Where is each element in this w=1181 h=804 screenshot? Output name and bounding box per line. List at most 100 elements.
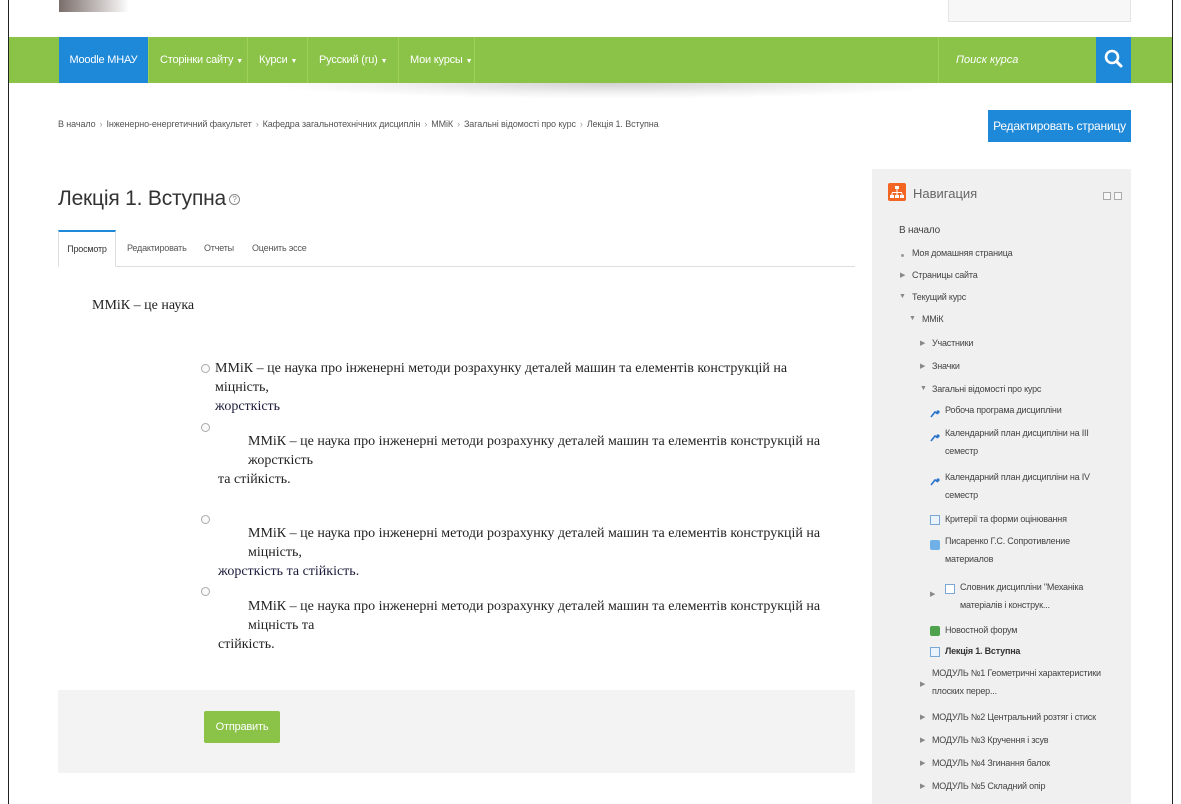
nav-site-pages-label: Сторінки сайту xyxy=(160,54,234,66)
sidebar-item-site-pages[interactable]: Страницы сайта xyxy=(912,270,978,280)
search-icon xyxy=(1104,49,1123,68)
help-icon[interactable]: ? xyxy=(229,193,241,205)
course-search-placeholder: Поиск курса xyxy=(956,54,1019,66)
chevron-down-icon: ▼ xyxy=(380,58,388,65)
tab-view[interactable]: Просмотр xyxy=(58,230,116,267)
chevron-right-icon: › xyxy=(579,119,583,129)
answer-line: ММіК – це наука про інженерні методи роз… xyxy=(248,526,821,560)
sidebar-item-course[interactable]: ММіК xyxy=(922,314,944,324)
lesson-icon xyxy=(930,647,940,657)
edit-page-button[interactable]: Редактировать страницу xyxy=(988,110,1131,142)
site-logo[interactable] xyxy=(59,0,129,12)
submit-panel xyxy=(58,690,855,773)
chevron-down-icon: ▼ xyxy=(236,58,243,65)
tab-reports[interactable]: Отчеты xyxy=(204,230,234,267)
breadcrumb-faculty[interactable]: Інженерно-енергетичний факультет xyxy=(106,119,251,129)
nav-language-menu[interactable]: Русский (ru) ▼ xyxy=(319,37,388,83)
sidebar-module-4[interactable]: МОДУЛЬ №4 Згинання балок xyxy=(932,758,1050,768)
glossary-icon xyxy=(945,584,955,594)
page-resource-icon xyxy=(930,515,940,525)
arrow-right-icon: ▶ xyxy=(920,783,926,790)
nav-courses-menu[interactable]: Курси ▼ xyxy=(259,37,297,83)
sidebar-resource-work-program[interactable]: Робоча програма дисципліни xyxy=(945,405,1062,415)
nav-courses-label: Курси xyxy=(259,54,288,66)
breadcrumb: В начало › Інженерно-енергетичний факульте… xyxy=(58,119,659,129)
answer-line: жорсткість та стійкість. xyxy=(218,564,360,579)
url-resource-icon xyxy=(930,474,940,486)
sidebar-item-badges[interactable]: Значки xyxy=(932,361,960,371)
chevron-right-icon: › xyxy=(424,119,428,129)
tab-grade-essays[interactable]: Оценить эссе xyxy=(252,230,307,267)
answer-option-4[interactable]: ММіК – це наука про інженерні методи роз… xyxy=(218,597,868,654)
sidebar-item-participants[interactable]: Участники xyxy=(932,338,973,348)
page-title-text: Лекція 1. Вступна xyxy=(58,187,227,210)
sitemap-icon xyxy=(888,183,906,201)
collapse-block-icon[interactable] xyxy=(1103,192,1111,200)
sidebar-item-home[interactable]: В начало xyxy=(899,225,940,236)
nav-divider xyxy=(148,37,149,83)
file-resource-icon xyxy=(930,540,940,550)
navigation-block-title: Навигация xyxy=(913,186,978,201)
arrow-right-icon: ▶ xyxy=(920,714,926,721)
nav-site-pages-menu[interactable]: Сторінки сайту ▼ xyxy=(160,37,243,83)
arrow-down-icon: ▼ xyxy=(899,293,906,300)
arrow-right-icon: ▶ xyxy=(930,591,936,598)
answer-radio-3[interactable] xyxy=(201,515,210,524)
arrow-right-icon: ▶ xyxy=(920,363,926,370)
arrow-right-icon: ▶ xyxy=(900,272,906,279)
answer-line: ММіК – це наука про інженерні методи роз… xyxy=(215,361,788,395)
chevron-right-icon: › xyxy=(457,119,460,129)
sidebar-item-current-course[interactable]: Текущий курс xyxy=(912,292,966,302)
sidebar-module-2[interactable]: МОДУЛЬ №2 Центральний розтяг і стиск xyxy=(932,712,1096,722)
submit-button[interactable]: Отправить xyxy=(204,711,280,743)
course-search-input[interactable]: Поиск курса xyxy=(938,37,1096,83)
answer-radio-1[interactable] xyxy=(201,364,210,373)
bullet-icon xyxy=(901,254,904,257)
arrow-right-icon: ▶ xyxy=(920,340,926,347)
sidebar-resource-calendar-4[interactable]: Календарний план дисципліни на IV семест… xyxy=(945,468,1115,504)
answer-option-1[interactable]: ММіК – це наука про інженерні методи роз… xyxy=(215,359,835,416)
nav-language-label: Русский (ru) xyxy=(319,54,378,66)
page-title: Лекція 1. Вступна? xyxy=(58,187,241,211)
sidebar-resource-criteria[interactable]: Критерії та форми оцінювання xyxy=(945,514,1067,524)
nav-my-courses-label: Мои курсы xyxy=(410,54,463,66)
answer-line: ММіК – це наука про інженерні методи роз… xyxy=(248,434,821,468)
arrow-down-icon: ▼ xyxy=(920,385,927,392)
nav-my-courses-menu[interactable]: Мои курсы ▼ xyxy=(410,37,473,83)
sidebar-module-5[interactable]: МОДУЛЬ №5 Складний опір xyxy=(932,781,1045,791)
sidebar-resource-news-forum[interactable]: Новостной форум xyxy=(945,625,1017,635)
sidebar-item-my-home[interactable]: Моя домашняя страница xyxy=(912,248,1013,258)
dock-block-icon[interactable] xyxy=(1114,192,1122,200)
answer-line: та стійкість. xyxy=(218,472,291,487)
question-text: ММіК – це наука xyxy=(92,298,195,313)
answer-option-2[interactable]: ММіК – це наука про інженерні методи роз… xyxy=(218,432,868,489)
answer-option-3[interactable]: ММіК – це наука про інженерні методи роз… xyxy=(218,524,868,581)
window-frame-right xyxy=(1172,0,1173,804)
sidebar-module-3[interactable]: МОДУЛЬ №3 Кручення і зсув xyxy=(932,735,1049,745)
window-frame-left xyxy=(8,0,9,804)
arrow-right-icon: ▶ xyxy=(920,681,926,688)
answer-radio-4[interactable] xyxy=(201,587,210,596)
url-resource-icon xyxy=(930,406,940,418)
sidebar-resource-glossary[interactable]: Словник дисципліни "Механіка матеріалів … xyxy=(960,578,1110,614)
forum-icon xyxy=(930,626,940,636)
arrow-right-icon: ▶ xyxy=(920,737,926,744)
sidebar-resource-pisarenko[interactable]: Писаренко Г.С. Сопротивление материалов xyxy=(945,532,1115,568)
chevron-down-icon: ▼ xyxy=(465,58,473,65)
chevron-right-icon: › xyxy=(255,119,259,129)
breadcrumb-course[interactable]: ММіК xyxy=(431,119,453,129)
nav-home-link[interactable]: Moodle МНАУ xyxy=(59,37,148,83)
breadcrumb-current[interactable]: Лекція 1. Вступна xyxy=(587,119,659,129)
sidebar-item-general-info[interactable]: Загальні відомості про курс xyxy=(932,384,1041,394)
nav-divider xyxy=(474,37,475,83)
sidebar-module-1[interactable]: МОДУЛЬ №1 Геометричні характеристики пло… xyxy=(932,664,1112,700)
answer-radio-2[interactable] xyxy=(201,423,210,432)
sidebar-resource-calendar-3[interactable]: Календарний план дисципліни на ІІІ семес… xyxy=(945,424,1115,460)
breadcrumb-section[interactable]: Загальні відомості про курс xyxy=(464,119,576,129)
breadcrumb-home[interactable]: В начало xyxy=(58,119,96,129)
breadcrumb-department[interactable]: Кафедра загальнотехнічних дисциплін xyxy=(263,119,421,129)
search-button[interactable] xyxy=(1096,37,1131,83)
arrow-down-icon: ▼ xyxy=(909,315,916,322)
sidebar-resource-lecture-1[interactable]: Лекція 1. Вступна xyxy=(945,646,1020,656)
tab-edit[interactable]: Редактировать xyxy=(127,230,187,267)
